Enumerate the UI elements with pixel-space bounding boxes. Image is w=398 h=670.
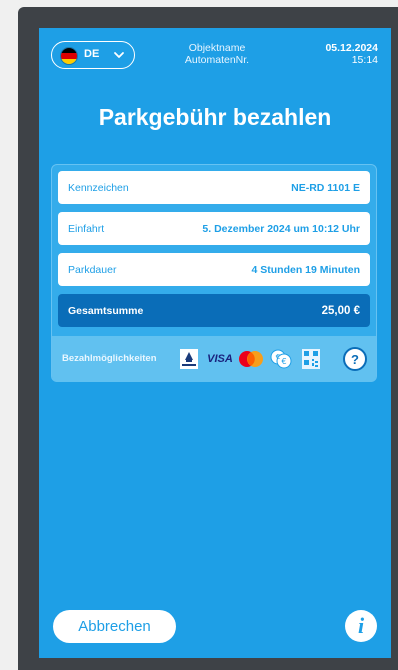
- language-selector[interactable]: DE: [51, 41, 135, 69]
- total-row: Gesamtsumme 25,00 €: [58, 294, 370, 327]
- date: 05.12.2024: [325, 42, 378, 54]
- entry-label: Einfahrt: [68, 222, 105, 235]
- payment-methods-label: Bezahlmöglichkeiten: [62, 353, 157, 364]
- total-value: 25,00 €: [321, 304, 360, 317]
- duration-value: 4 Stunden 19 Minuten: [251, 263, 360, 276]
- plate-value: NE-RD 1101 E: [291, 181, 360, 194]
- visa-icon: VISA: [205, 349, 235, 369]
- help-icon: ?: [351, 351, 359, 367]
- coins-icon: € €: [270, 349, 292, 369]
- payment-methods-bar: Bezahlmöglichkeiten VISA € € ?: [52, 336, 376, 382]
- duration-row: Parkdauer 4 Stunden 19 Minuten: [58, 253, 370, 286]
- language-code: DE: [84, 48, 100, 60]
- chevron-down-icon: [114, 52, 124, 58]
- info-button[interactable]: i: [345, 610, 377, 642]
- svg-text:€: €: [276, 353, 280, 361]
- entry-row: Einfahrt 5. Dezember 2024 um 10:12 Uhr: [58, 212, 370, 245]
- qr-code-icon: [302, 349, 320, 369]
- machine-info: Objektname AutomatenNr.: [169, 42, 265, 66]
- german-flag-icon: [60, 47, 78, 65]
- plate-row: Kennzeichen NE-RD 1101 E: [58, 171, 370, 204]
- object-name: Objektname: [188, 42, 246, 54]
- duration-label: Parkdauer: [68, 263, 117, 276]
- cancel-button[interactable]: Abbrechen: [53, 610, 176, 643]
- info-icon: i: [357, 613, 365, 638]
- total-label: Gesamtsumme: [68, 304, 144, 317]
- mastercard-icon: [238, 349, 264, 369]
- svg-text:€: €: [281, 357, 286, 366]
- girocard-icon: [180, 349, 198, 369]
- kiosk-screen: DE Objektname AutomatenNr. 05.12.2024 15…: [39, 28, 391, 658]
- visa-text: VISA: [207, 353, 233, 365]
- parking-details-panel: Kennzeichen NE-RD 1101 E Einfahrt 5. Dez…: [51, 164, 377, 382]
- time: 15:14: [351, 54, 378, 66]
- entry-value: 5. Dezember 2024 um 10:12 Uhr: [202, 222, 360, 235]
- machine-number: AutomatenNr.: [184, 54, 250, 66]
- page-title: Parkgebühr bezahlen: [98, 104, 332, 130]
- plate-label: Kennzeichen: [68, 181, 129, 194]
- datetime: 05.12.2024 15:14: [325, 42, 378, 66]
- payment-help-button[interactable]: ?: [343, 347, 367, 371]
